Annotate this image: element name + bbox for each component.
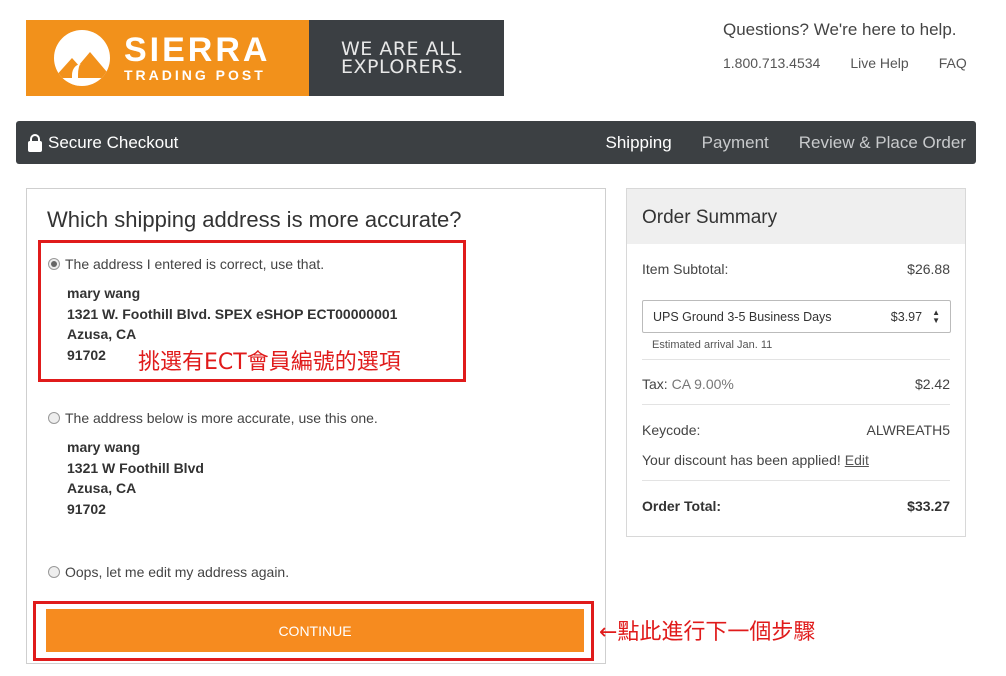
order-total-value: $33.27 [907, 498, 950, 514]
step-shipping[interactable]: Shipping [606, 133, 672, 153]
order-total-row: Order Total: $33.27 [642, 498, 950, 514]
logo-tagline-line2: EXPLORERS. [341, 56, 464, 78]
step-review[interactable]: Review & Place Order [799, 133, 966, 153]
shipping-price: $3.97 [890, 309, 923, 324]
secure-checkout: Secure Checkout [28, 133, 178, 153]
divider [642, 359, 950, 360]
checkout-steps: Shipping Payment Review & Place Order [606, 133, 967, 153]
divider [642, 480, 950, 481]
page-title: Which shipping address is more accurate? [47, 207, 462, 232]
radio-edit-address[interactable] [48, 566, 60, 578]
tax-detail: CA 9.00% [671, 376, 734, 392]
logo-brand-name: SIERRA [124, 31, 271, 69]
subtotal-value: $26.88 [907, 261, 950, 277]
logo-tagline-panel: WE ARE ALL EXPLORERS. [309, 20, 504, 96]
discount-row: Your discount has been applied! Edit [642, 452, 950, 468]
tax-label: Tax: [642, 376, 668, 392]
address-street: 1321 W Foothill Blvd [67, 459, 204, 476]
logo-brand-sub: TRADING POST [124, 67, 266, 83]
annotation-choose-ect: 挑選有ECT會員編號的選項 [138, 350, 401, 375]
shipping-method-value: UPS Ground 3-5 Business Days [653, 309, 832, 324]
sort-arrows-icon: ▲ ▼ [932, 307, 940, 325]
address-city: Azusa, CA [67, 480, 137, 496]
faq-link[interactable]: FAQ [939, 55, 967, 71]
address-option-suggested[interactable]: The address below is more accurate, use … [48, 410, 378, 426]
order-summary-title: Order Summary [627, 189, 965, 244]
estimated-arrival: Estimated arrival Jan. 11 [652, 339, 950, 351]
site-logo[interactable]: SIERRA TRADING POST WE ARE ALL EXPLORERS… [26, 20, 504, 96]
tax-value: $2.42 [914, 376, 950, 392]
tax-row: Tax: CA 9.00% $2.42 [642, 376, 950, 392]
address-zip: 91702 [67, 500, 106, 517]
help-links: 1.800.713.4534 Live Help FAQ [723, 55, 967, 71]
suggested-address-block: mary wang 1321 W Foothill Blvd Azusa, CA… [67, 437, 204, 519]
subtotal-label: Item Subtotal: [642, 261, 729, 277]
option-edit-label: Oops, let me edit my address again. [65, 564, 290, 580]
annotation-next-step: ←點此進行下一個步驟 [599, 620, 816, 645]
help-title: Questions? We're here to help. [723, 20, 957, 39]
help-phone-link[interactable]: 1.800.713.4534 [723, 55, 820, 71]
radio-suggested-address[interactable] [48, 412, 60, 424]
annotation-box-continue [33, 601, 594, 661]
step-payment[interactable]: Payment [702, 133, 769, 153]
logo-brand-panel: SIERRA TRADING POST [26, 20, 309, 96]
estimated-arrival-text: Estimated arrival Jan. 11 [652, 339, 773, 351]
keycode-row: Keycode: ALWREATH5 [642, 422, 950, 438]
order-total-label: Order Total: [642, 498, 722, 514]
option-suggested-label: The address below is more accurate, use … [65, 410, 378, 426]
keycode-value: ALWREATH5 [866, 422, 951, 438]
discount-text: Your discount has been applied! [642, 452, 841, 468]
checkout-nav-bar: Secure Checkout Shipping Payment Review … [16, 121, 976, 164]
keycode-label: Keycode: [642, 422, 701, 438]
address-option-edit[interactable]: Oops, let me edit my address again. [48, 564, 289, 580]
subtotal-row: Item Subtotal: $26.88 [642, 261, 950, 277]
order-summary: Order Summary Item Subtotal: $26.88 UPS … [626, 188, 966, 537]
live-help-link[interactable]: Live Help [850, 55, 908, 71]
address-name: mary wang [67, 439, 141, 455]
lock-icon [28, 133, 42, 152]
mountain-icon [54, 30, 110, 86]
shipping-method-select[interactable]: UPS Ground 3-5 Business Days $3.97 ▲ ▼ [642, 300, 951, 333]
logo-text: SIERRA TRADING POST [124, 33, 270, 83]
secure-checkout-label: Secure Checkout [48, 132, 179, 152]
edit-discount-link[interactable]: Edit [845, 452, 869, 468]
divider [642, 404, 950, 405]
